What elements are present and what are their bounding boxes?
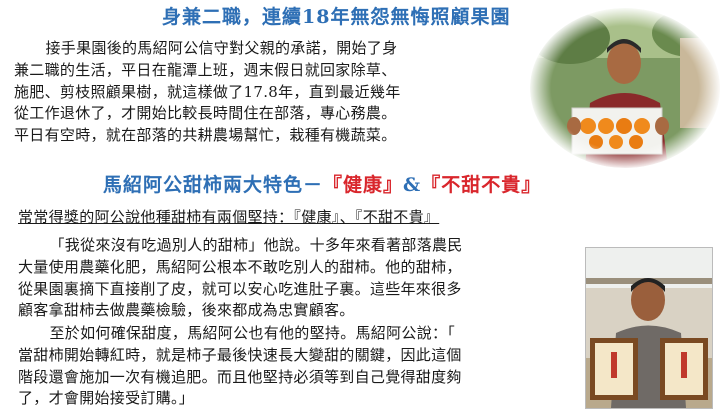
- farmer-holding-award-certificates-photo: [585, 247, 713, 409]
- section2-title-ampersand: &: [403, 174, 422, 196]
- farmer-with-certificates-icon: [586, 248, 712, 408]
- section2-intro: 常常得獎的阿公說他種甜柿有兩個堅持：『健康』、『不甜不貴』: [18, 207, 578, 229]
- paragraph-line: 施肥、剪枝照顧果樹，就這樣做了17.8年，直到最近幾年: [14, 82, 401, 101]
- section2-title: 馬紹阿公甜柿兩大特色－『健康』&『不甜不貴』: [103, 173, 541, 197]
- paragraph-line: 大量使用農藥化肥，馬紹阿公根本不敢吃別人的甜柿。他的甜柿，: [18, 257, 462, 276]
- paragraph-line: 平日有空時，就在部落的共耕農場幫忙，栽種有機蔬菜。: [14, 126, 397, 145]
- paragraph-line: 至於如何確保甜度，馬紹阿公也有他的堅持。馬紹阿公說：「: [49, 324, 456, 342]
- farmer-holding-fruit-box-icon: [530, 8, 720, 168]
- section2-title-highlight-price: 『不甜不貴』: [421, 174, 542, 196]
- paragraph-line: 了，才會開始接受訂購。」: [18, 389, 195, 408]
- paragraph-line: 「我從來沒有吃過別人的甜柿」他說。十多年來看著部落農民: [49, 236, 463, 254]
- paragraph-line: 從工作退休了，才開始比較長時間住在部落，專心務農。: [14, 104, 397, 123]
- paragraph-line: 當甜柿開始轉紅時，就是柿子最後快速長大變甜的關鍵，因此這個: [18, 345, 462, 364]
- paragraph-line: 從果園裏摘下直接削了皮，就可以安心吃進肚子裏。這些年來很多: [18, 279, 462, 298]
- section2-title-highlight-health: 『健康』: [323, 174, 404, 196]
- paragraph-line: 顧客拿甜柿去做農藥檢驗，後來都成為忠實顧客。: [18, 301, 355, 320]
- section1-paragraph: 接手果園後的馬紹阿公信守對父親的承諾，開始了身 兼二職的生活，平日在龍潭上班，週…: [14, 38, 514, 147]
- paragraph-line: 接手果園後的馬紹阿公信守對父親的承諾，開始了身: [45, 39, 398, 57]
- section2-title-prefix: 馬紹阿公甜柿兩大特色－: [103, 174, 324, 196]
- section1-title: 身兼二職，連續18年無怨無悔照顧果園: [162, 6, 511, 28]
- intro-line: 常常得獎的阿公說他種甜柿有兩個堅持：『健康』、『不甜不貴』: [18, 208, 440, 226]
- paragraph-line: 階段還會施加一次有機追肥。而且他堅持必須等到自己覺得甜度夠: [18, 367, 462, 386]
- paragraph-line: 兼二職的生活，平日在龍潭上班，週末假日就回家除草、: [14, 60, 397, 79]
- section2-paragraph1: 「我從來沒有吃過別人的甜柿」他說。十多年來看著部落農民 大量使用農藥化肥，馬紹阿…: [18, 235, 578, 322]
- farmer-holding-fruit-box-photo: [530, 8, 720, 168]
- section2-paragraph2: 至於如何確保甜度，馬紹阿公也有他的堅持。馬紹阿公說：「 當甜柿開始轉紅時，就是柿…: [18, 323, 578, 410]
